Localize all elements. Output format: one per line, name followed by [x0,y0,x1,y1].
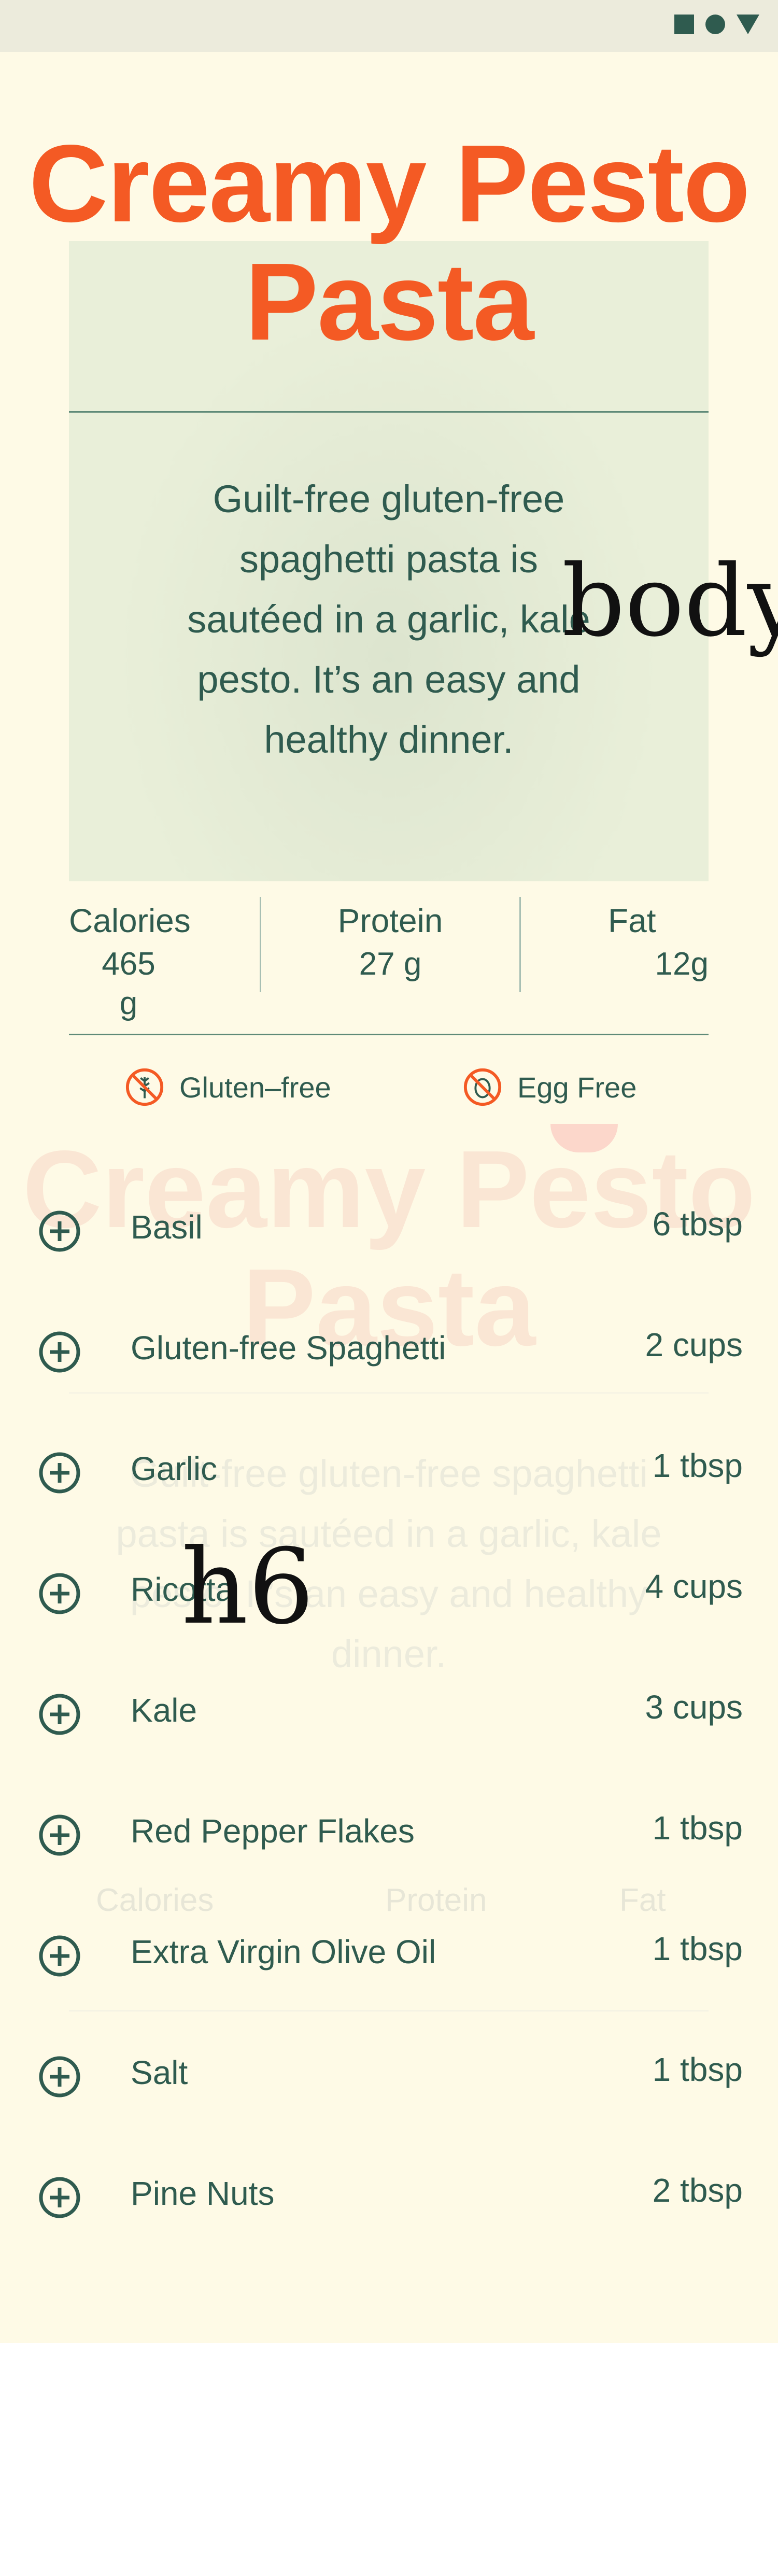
ingredient-leader-dots: ........................................… [214,2070,618,2082]
hero-divider [69,411,709,413]
ingredient-row: Extra Virgin Olive Oil .................… [0,1917,778,2021]
ingredient-leader-dots: ........................................… [232,1224,618,1237]
nutrition-value: 465 g [102,946,155,1021]
add-ingredient-button[interactable] [37,1692,82,1737]
triangle-icon [737,15,759,34]
recipe-title-line2: Pasta [245,240,534,363]
ingredient-amount: 2 tbsp [652,2172,743,2209]
status-bar [0,0,778,52]
nutrition-value: 27 g [359,946,422,982]
add-ingredient-button[interactable] [37,1571,82,1616]
nutrition-protein: Protein 27 g [313,897,468,995]
ingredient-amount: 3 cups [645,1688,743,1726]
ingredient-amount: 2 cups [645,1326,743,1363]
recipe-title: Creamy Pesto Pasta [0,124,778,361]
nutrition-label: Protein [337,902,443,939]
ingredient-leader-dots: ........................................… [301,2191,621,2203]
ingredient-row: Basil ..................................… [0,1192,778,1296]
recipe-screen: Creamy Pesto Pasta Guilt-free gluten-fre… [0,0,778,2343]
add-ingredient-button[interactable] [37,1330,82,1374]
ingredient-name: Extra Virgin Olive Oil [131,1933,436,1970]
circle-icon [705,15,725,34]
ingredient-leader-dots: ........................................… [248,1466,621,1479]
ingredient-amount: 1 tbsp [652,1809,743,1847]
ingredient-row: Gluten-free Spaghetti ..................… [0,1313,778,1417]
ingredient-row: Kale ...................................… [0,1676,778,1779]
nutrition-fat: Fat 12g [582,897,709,995]
ingredient-name: Pine Nuts [131,2175,275,2212]
square-icon [674,15,694,34]
nutrition-value: 12g [655,946,709,982]
dietary-tags: Gluten–free Egg Free [0,1067,778,1124]
add-ingredient-button[interactable] [37,1209,82,1254]
ingredient-leader-dots: ........................ [525,1949,626,1962]
ingredient-amount: 6 tbsp [652,1205,743,1243]
add-ingredient-button[interactable] [37,1934,82,1978]
nutrition-divider [260,897,261,992]
ingredient-amount: 4 cups [645,1568,743,1605]
tag-label: Egg Free [517,1071,637,1104]
recipe-description: Guilt-free gluten-free spaghetti pasta i… [187,477,590,761]
nutrition-calories: Calories 465 g [69,897,191,1021]
tag-gluten-free: Gluten–free [124,1067,331,1107]
add-ingredient-button[interactable] [37,2175,82,2220]
tag-label: Gluten–free [179,1071,331,1104]
add-ingredient-button[interactable] [37,1451,82,1495]
ingredient-leader-dots: ........................................… [214,1708,618,1720]
ingredient-leader-dots: ........................................ [440,1828,618,1841]
nutrition-label: Fat [608,902,656,939]
ingredient-amount: 1 tbsp [652,1930,743,1967]
ingredient-row: Red Pepper Flakes ......................… [0,1796,778,1900]
ingredient-row: Garlic .................................… [0,1434,778,1538]
nutrition-panel: Calories 465 g Protein 27 g Fat 12g [69,897,709,1035]
ingredient-name: Basil [131,1208,203,1246]
nutrition-label: Calories [69,902,191,939]
ingredient-name: Garlic [131,1450,218,1487]
ingredient-name: Gluten-free Spaghetti [131,1329,446,1367]
no-wheat-icon [125,1068,164,1106]
recipe-title-line1: Creamy Pesto [29,122,750,245]
tag-egg-free: Egg Free [462,1067,636,1107]
status-icons [674,15,759,34]
ingredient-row: Salt ...................................… [0,2038,778,2142]
debug-label-body: body [562,544,778,658]
ingredient-leader-dots: ........................................ [508,1345,619,1358]
add-ingredient-button[interactable] [37,2054,82,2099]
debug-label-h6: h6 [181,1527,315,1648]
nutrition-divider [519,897,521,992]
add-ingredient-button[interactable] [37,1813,82,1857]
ingredient-amount: 1 tbsp [652,2051,743,2088]
no-egg-icon [463,1068,502,1106]
ingredient-name: Red Pepper Flakes [131,1812,415,1850]
ingredient-row: Pine Nuts ..............................… [0,2159,778,2262]
ingredient-name: Salt [131,2054,188,2091]
ingredient-row: Ricotta ................................… [0,1555,778,1658]
ingredient-name: Kale [131,1692,197,1729]
ingredient-amount: 1 tbsp [652,1447,743,1484]
